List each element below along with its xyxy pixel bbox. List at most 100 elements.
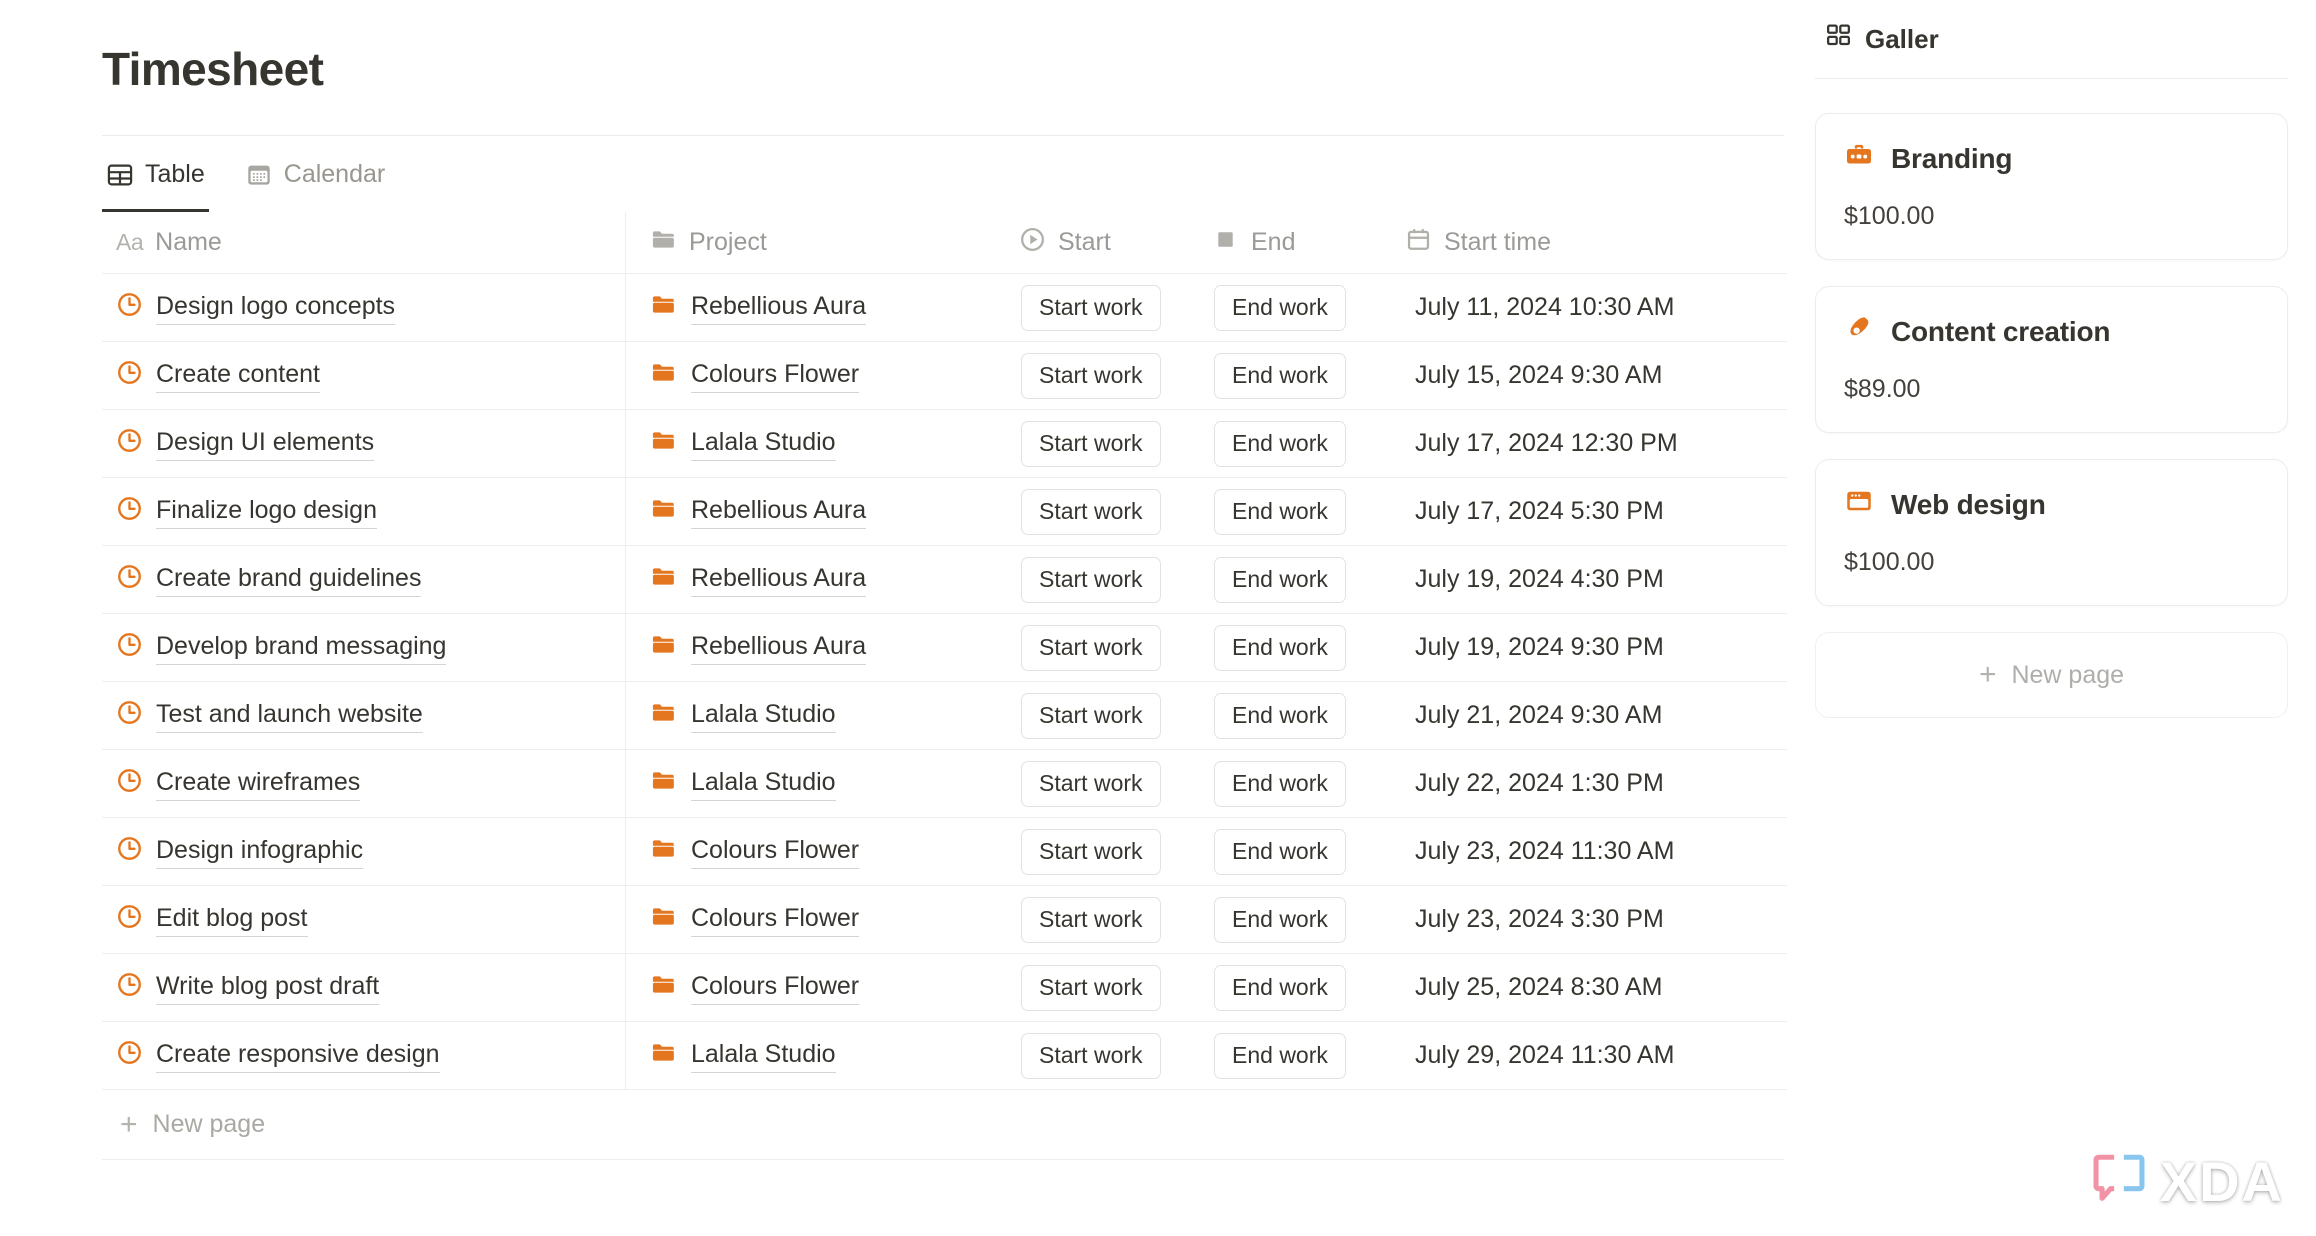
start-work-button[interactable]: Start work (1021, 829, 1161, 875)
cell-project[interactable]: Lalala Studio (626, 682, 1007, 749)
row-name-link[interactable]: Edit blog post (156, 903, 308, 937)
column-header-name[interactable]: Aa Name (102, 212, 626, 273)
cell-project[interactable]: Colours Flower (626, 954, 1007, 1021)
table-new-page-row[interactable]: + New page (102, 1090, 1784, 1160)
row-project-link[interactable]: Rebellious Aura (691, 631, 866, 665)
row-project-link[interactable]: Lalala Studio (691, 1039, 836, 1073)
table-row[interactable]: Finalize logo design Rebellious Aura Start… (102, 478, 1787, 546)
end-work-button[interactable]: End work (1214, 625, 1346, 671)
cell-project[interactable]: Lalala Studio (626, 750, 1007, 817)
start-work-button[interactable]: Start work (1021, 421, 1161, 467)
tab-calendar[interactable]: Calendar (241, 154, 389, 212)
cell-name[interactable]: Create responsive design (102, 1022, 626, 1089)
row-name-link[interactable]: Design infographic (156, 835, 363, 869)
cell-project[interactable]: Rebellious Aura (626, 478, 1007, 545)
end-work-button[interactable]: End work (1214, 1033, 1346, 1079)
column-header-project[interactable]: Project (626, 212, 1007, 273)
cell-start-time[interactable]: July 17, 2024 12:30 PM (1393, 410, 1787, 477)
table-row[interactable]: Write blog post draft Colours Flower Start… (102, 954, 1787, 1022)
cell-project[interactable]: Lalala Studio (626, 1022, 1007, 1089)
row-name-link[interactable]: Write blog post draft (156, 971, 379, 1005)
row-name-link[interactable]: Design logo concepts (156, 291, 395, 325)
table-row[interactable]: Design logo concepts Rebellious Aura Start… (102, 274, 1787, 342)
row-name-link[interactable]: Design UI elements (156, 427, 374, 461)
gallery-card-web-design[interactable]: Web design $100.00 (1815, 459, 2288, 606)
cell-name[interactable]: Create brand guidelines (102, 546, 626, 613)
cell-start-time[interactable]: July 23, 2024 3:30 PM (1393, 886, 1787, 953)
row-project-link[interactable]: Lalala Studio (691, 427, 836, 461)
end-work-button[interactable]: End work (1214, 353, 1346, 399)
row-project-link[interactable]: Lalala Studio (691, 767, 836, 801)
gallery-card-content-creation[interactable]: Content creation $89.00 (1815, 286, 2288, 433)
cell-start-time[interactable]: July 25, 2024 8:30 AM (1393, 954, 1787, 1021)
table-row[interactable]: Create brand guidelines Rebellious Aura St… (102, 546, 1787, 614)
cell-name[interactable]: Develop brand messaging (102, 614, 626, 681)
end-work-button[interactable]: End work (1214, 829, 1346, 875)
start-work-button[interactable]: Start work (1021, 965, 1161, 1011)
start-work-button[interactable]: Start work (1021, 557, 1161, 603)
tab-table[interactable]: Table (102, 154, 209, 212)
sidebar-heading[interactable]: Galler (1815, 0, 2288, 78)
cell-name[interactable]: Edit blog post (102, 886, 626, 953)
row-project-link[interactable]: Colours Flower (691, 359, 859, 393)
row-project-link[interactable]: Rebellious Aura (691, 495, 866, 529)
cell-name[interactable]: Create wireframes (102, 750, 626, 817)
sidebar-new-page-button[interactable]: + New page (1815, 632, 2288, 718)
cell-name[interactable]: Write blog post draft (102, 954, 626, 1021)
end-work-button[interactable]: End work (1214, 965, 1346, 1011)
cell-start-time[interactable]: July 15, 2024 9:30 AM (1393, 342, 1787, 409)
cell-start-time[interactable]: July 19, 2024 9:30 PM (1393, 614, 1787, 681)
end-work-button[interactable]: End work (1214, 897, 1346, 943)
row-name-link[interactable]: Create responsive design (156, 1039, 440, 1073)
table-row[interactable]: Design infographic Colours Flower Start wo… (102, 818, 1787, 886)
cell-project[interactable]: Rebellious Aura (626, 274, 1007, 341)
table-row[interactable]: Develop brand messaging Rebellious Aura St… (102, 614, 1787, 682)
cell-name[interactable]: Design logo concepts (102, 274, 626, 341)
cell-name[interactable]: Test and launch website (102, 682, 626, 749)
cell-name[interactable]: Design UI elements (102, 410, 626, 477)
row-name-link[interactable]: Test and launch website (156, 699, 423, 733)
row-project-link[interactable]: Colours Flower (691, 903, 859, 937)
row-name-link[interactable]: Finalize logo design (156, 495, 377, 529)
start-work-button[interactable]: Start work (1021, 897, 1161, 943)
row-project-link[interactable]: Colours Flower (691, 971, 859, 1005)
row-name-link[interactable]: Create wireframes (156, 767, 360, 801)
cell-start-time[interactable]: July 17, 2024 5:30 PM (1393, 478, 1787, 545)
row-project-link[interactable]: Rebellious Aura (691, 563, 866, 597)
start-work-button[interactable]: Start work (1021, 285, 1161, 331)
cell-start-time[interactable]: July 29, 2024 11:30 AM (1393, 1022, 1787, 1089)
cell-project[interactable]: Rebellious Aura (626, 614, 1007, 681)
cell-name[interactable]: Finalize logo design (102, 478, 626, 545)
row-project-link[interactable]: Lalala Studio (691, 699, 836, 733)
column-header-start[interactable]: Start (1007, 212, 1200, 273)
cell-project[interactable]: Colours Flower (626, 886, 1007, 953)
cell-project[interactable]: Colours Flower (626, 818, 1007, 885)
cell-start-time[interactable]: July 21, 2024 9:30 AM (1393, 682, 1787, 749)
start-work-button[interactable]: Start work (1021, 761, 1161, 807)
table-row[interactable]: Create content Colours Flower Start work En… (102, 342, 1787, 410)
cell-start-time[interactable]: July 23, 2024 11:30 AM (1393, 818, 1787, 885)
end-work-button[interactable]: End work (1214, 489, 1346, 535)
cell-name[interactable]: Create content (102, 342, 626, 409)
cell-start-time[interactable]: July 11, 2024 10:30 AM (1393, 274, 1787, 341)
gallery-card-branding[interactable]: Branding $100.00 (1815, 113, 2288, 260)
table-row[interactable]: Create responsive design Lalala Studio Sta… (102, 1022, 1787, 1090)
start-work-button[interactable]: Start work (1021, 693, 1161, 739)
column-header-end[interactable]: End (1200, 212, 1393, 273)
cell-project[interactable]: Lalala Studio (626, 410, 1007, 477)
start-work-button[interactable]: Start work (1021, 489, 1161, 535)
end-work-button[interactable]: End work (1214, 761, 1346, 807)
table-row[interactable]: Design UI elements Lalala Studio Start wor… (102, 410, 1787, 478)
row-name-link[interactable]: Develop brand messaging (156, 631, 446, 665)
row-name-link[interactable]: Create content (156, 359, 320, 393)
end-work-button[interactable]: End work (1214, 285, 1346, 331)
end-work-button[interactable]: End work (1214, 557, 1346, 603)
row-project-link[interactable]: Colours Flower (691, 835, 859, 869)
table-row[interactable]: Create wireframes Lalala Studio Start work… (102, 750, 1787, 818)
cell-start-time[interactable]: July 19, 2024 4:30 PM (1393, 546, 1787, 613)
start-work-button[interactable]: Start work (1021, 625, 1161, 671)
start-work-button[interactable]: Start work (1021, 353, 1161, 399)
start-work-button[interactable]: Start work (1021, 1033, 1161, 1079)
end-work-button[interactable]: End work (1214, 693, 1346, 739)
table-row[interactable]: Test and launch website Lalala Studio Star… (102, 682, 1787, 750)
